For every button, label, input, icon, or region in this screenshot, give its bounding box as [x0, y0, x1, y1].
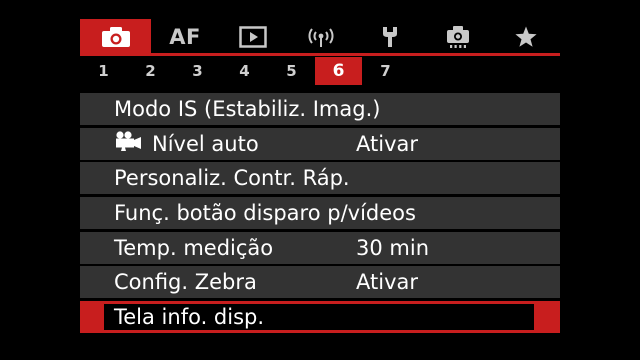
- menu-item-label: Config. Zebra: [114, 270, 257, 295]
- tab-underline: [80, 53, 560, 56]
- play-icon: [239, 25, 267, 48]
- page-4[interactable]: 4: [221, 57, 268, 85]
- menu-item-label: Nível auto: [152, 131, 259, 156]
- menu-item-shutter-button-movie[interactable]: Funç. botão disparo p/vídeos: [80, 197, 560, 230]
- custom-camera-icon: [445, 25, 471, 49]
- tab-custom-functions[interactable]: [424, 19, 492, 54]
- tab-setup[interactable]: [356, 19, 424, 54]
- menu-item-label: Tela info. disp.: [114, 305, 265, 330]
- menu-item-value: Ativar: [356, 270, 418, 295]
- page-6[interactable]: 6: [315, 57, 362, 85]
- menu-item-shooting-info-display[interactable]: Tela info. disp.: [80, 301, 560, 334]
- menu-item-value: 30 min: [356, 235, 429, 260]
- menu-item-label: Personaliz. Contr. Ráp.: [114, 166, 350, 191]
- menu-item-label: Funç. botão disparo p/vídeos: [114, 201, 416, 226]
- tab-af-label: AF: [169, 24, 201, 49]
- menu-item-label-group: Nível auto: [114, 130, 259, 157]
- tab-my-menu[interactable]: [492, 19, 560, 54]
- tab-af[interactable]: AF: [151, 19, 219, 54]
- page-2[interactable]: 2: [127, 57, 174, 85]
- menu-item-auto-level[interactable]: Nível auto Ativar: [80, 127, 560, 160]
- menu-list: Modo IS (Estabiliz. Imag.) Nível auto At…: [80, 93, 560, 336]
- tab-playback[interactable]: [219, 19, 287, 54]
- menu-item-custom-quick-control[interactable]: Personaliz. Contr. Ráp.: [80, 162, 560, 195]
- camera-icon: [101, 26, 131, 48]
- wrench-icon: [380, 25, 400, 49]
- wireless-icon: [307, 26, 335, 48]
- menu-tab-bar: AF: [80, 19, 560, 54]
- page-7[interactable]: 7: [362, 57, 409, 85]
- page-selector: 1 2 3 4 5 6 7: [80, 57, 409, 85]
- menu-item-label: Temp. medição: [114, 235, 274, 260]
- tab-shooting[interactable]: [80, 19, 151, 54]
- page-1[interactable]: 1: [80, 57, 127, 85]
- menu-item-value: Ativar: [356, 131, 418, 156]
- menu-item-zebra-settings[interactable]: Config. Zebra Ativar: [80, 266, 560, 299]
- movie-camera-icon: [114, 130, 144, 157]
- menu-item-metering-timer[interactable]: Temp. medição 30 min: [80, 231, 560, 264]
- tab-wireless[interactable]: [287, 19, 355, 54]
- page-5[interactable]: 5: [268, 57, 315, 85]
- menu-item-label: Modo IS (Estabiliz. Imag.): [114, 97, 381, 121]
- menu-item-is-mode[interactable]: Modo IS (Estabiliz. Imag.): [80, 93, 560, 125]
- star-icon: [514, 25, 538, 49]
- page-3[interactable]: 3: [174, 57, 221, 85]
